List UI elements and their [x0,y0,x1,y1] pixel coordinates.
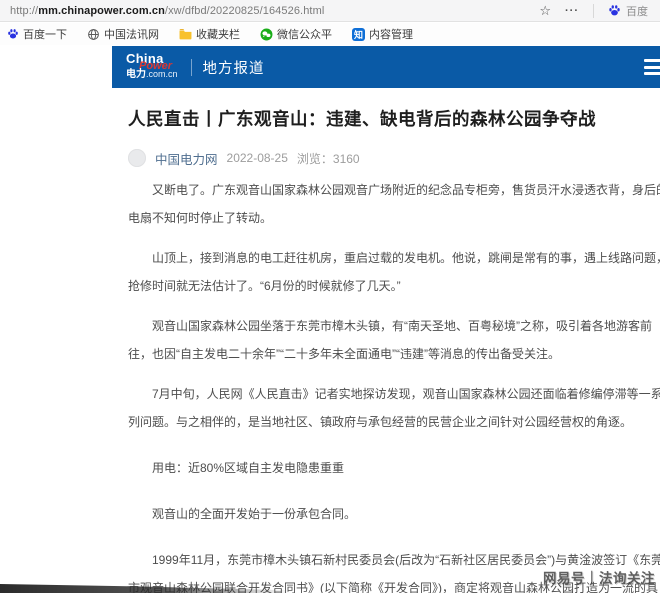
url-bar: http://mm.chinapower.com.cn/xw/dfbd/2022… [0,0,660,22]
article: 人民直击丨广东观音山：违建、缺电背后的森林公园争夺战 中国电力网 2022-08… [128,100,660,593]
url-host: mm.chinapower.com.cn [38,5,165,17]
section-title[interactable]: 地方报道 [203,57,265,78]
bookmarks-bar: 百度一下 中国法讯网 收藏夹栏 [0,23,660,45]
wechat-icon [260,28,273,41]
source-avatar [128,149,146,167]
header-divider [191,59,192,76]
address-input[interactable]: http://mm.chinapower.com.cn/xw/dfbd/2022… [10,5,324,17]
paragraph: 观音山国家森林公园坐落于东莞市樟木头镇，有“南天圣地、百粤秘境”之称，吸引着各地… [128,312,660,368]
bookmark-wechat[interactable]: 微信公众平 [260,26,332,42]
article-title: 人民直击丨广东观音山：违建、缺电背后的森林公园争夺战 [128,106,660,132]
bookmark-label: 收藏夹栏 [196,26,240,42]
profile-label: 百度 [626,3,648,19]
bookmark-label: 微信公众平 [277,26,332,42]
bookmark-content-admin[interactable]: 知 内容管理 [352,26,413,42]
logo-text-cn: 电力 [126,69,146,80]
bookmark-baidu[interactable]: 百度一下 [6,26,67,42]
paragraph: 7月中旬，人民网《人民直击》记者实地探访发现，观音山国家森林公园还面临着修编停滞… [128,380,660,436]
site-header: China Power 电力.com.cn 地方报道 [112,46,660,88]
article-content: 又断电了。广东观音山国家森林公园观音广场附近的纪念品专柜旁，售货员汗水浸透衣背，… [128,176,660,593]
toolbar-divider [593,4,594,18]
browser-window: http://mm.chinapower.com.cn/xw/dfbd/2022… [0,0,660,593]
chinapower-logo[interactable]: China Power 电力.com.cn [126,52,178,82]
paragraph: 山顶上，接到消息的电工赶往机房，重启过载的发电机。他说，跳闸是常有的事，遇上线路… [128,244,660,300]
publish-date: 2022-08-25 [227,151,288,165]
menu-icon[interactable] [644,59,660,79]
source-link[interactable]: 中国电力网 [155,149,218,168]
paragraph: 又断电了。广东观音山国家森林公园观音广场附近的纪念品专柜旁，售货员汗水浸透衣背，… [128,176,660,232]
bookmark-label: 中国法讯网 [104,26,159,42]
logo-text-suffix: .com.cn [146,69,178,79]
baidu-paw-icon [608,4,621,17]
article-meta: 中国电力网 2022-08-25 浏览：3160 [128,148,660,168]
bookmark-label: 内容管理 [369,26,413,42]
paragraph: 观音山的全面开发始于一份承包合同。 [128,500,660,528]
zhihu-icon: 知 [352,28,365,41]
url-scheme: http:// [10,5,38,17]
favorite-star-icon[interactable]: ☆ [539,4,551,17]
baidu-paw-icon [6,28,19,41]
bookmark-favorites-folder[interactable]: 收藏夹栏 [179,26,240,42]
globe-icon [87,28,100,41]
view-count: 浏览：3160 [297,150,360,167]
more-options-icon[interactable]: ··· [565,5,579,17]
profile-button[interactable]: 百度 [608,3,652,19]
bookmark-label: 百度一下 [23,26,67,42]
url-path: /xw/dfbd/20220825/164526.html [165,5,324,17]
bookmark-china-faxun[interactable]: 中国法讯网 [87,26,159,42]
section-subheading: 用电：近80%区域自主发电隐患重重 [128,454,660,482]
folder-icon [179,28,192,41]
netease-watermark: 网易号｜法询关注 [543,567,655,587]
